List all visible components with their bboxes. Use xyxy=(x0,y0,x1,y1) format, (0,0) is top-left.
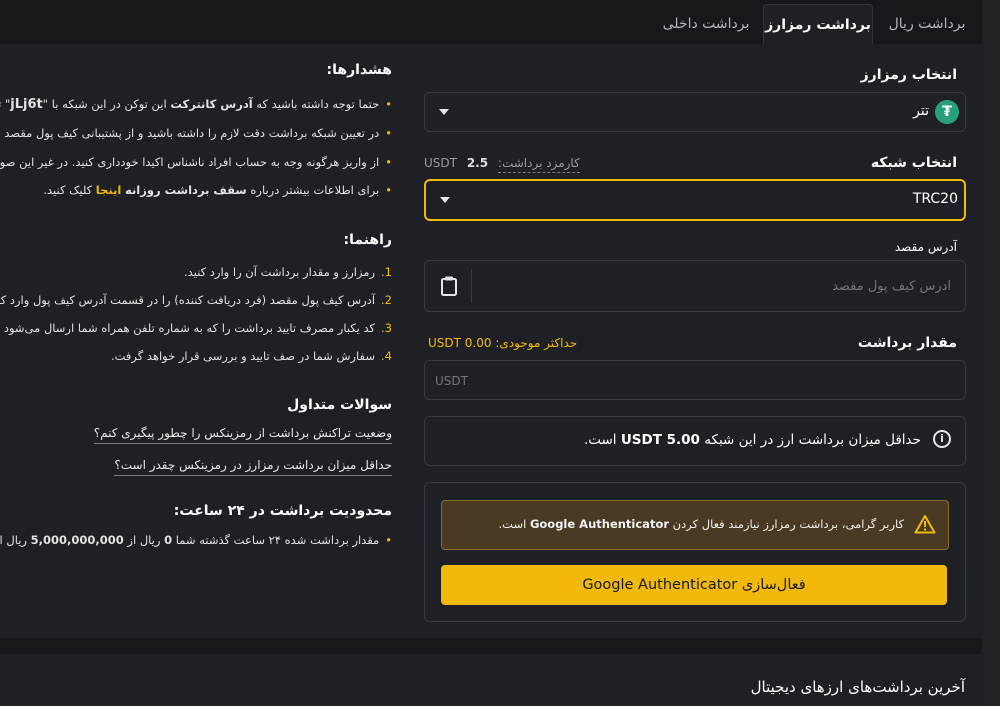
currency-label: انتخاب رمزارز xyxy=(860,67,957,83)
paste-clipboard-icon[interactable] xyxy=(437,274,461,298)
warning-item: •از واریز هرگونه وجه به حساب افراد ناشنا… xyxy=(0,155,392,169)
faq-title: سوالات متداول xyxy=(287,397,392,413)
fee-value: 2.5 xyxy=(466,156,489,170)
contract-address: jLj6t xyxy=(10,97,43,112)
limits-pre: مقدار برداشت شده ۲۴ ساعت گذشته شما xyxy=(172,533,380,547)
amount-input[interactable] xyxy=(433,369,937,393)
warning-item-bold: آدرس کانترکت xyxy=(170,97,253,111)
currency-select[interactable]: ₮ تتر xyxy=(424,92,966,132)
address-label: آدرس مقصد xyxy=(894,240,957,254)
guide-title: راهنما: xyxy=(343,232,392,248)
warning-item-text: از واریز هرگونه وجه به حساب افراد ناشناس… xyxy=(0,155,380,169)
tabs-bar: برداشت ریال برداشت رمزارز برداشت داخلی xyxy=(0,0,982,45)
ga-container: کاربر گرامی، برداشت رمزارز نیازمند فعال … xyxy=(424,482,966,622)
step-text: رمزارز و مقدار برداشت آن را وارد کنید. xyxy=(184,265,376,279)
chevron-down-icon xyxy=(440,197,450,203)
ga-warning-text: کاربر گرامی، برداشت رمزارز نیازمند فعال … xyxy=(499,517,904,531)
warning-item: •حتما توجه داشته باشید که آدرس کانترکت ا… xyxy=(0,97,392,112)
limits-title: محدودیت برداشت در ۲۴ ساعت: xyxy=(173,503,392,519)
network-value: TRC20 xyxy=(912,191,958,207)
limits-post: ریال است. xyxy=(0,533,27,547)
step-text: سفارش شما در صف تایید و بررسی قرار خواهد… xyxy=(110,349,376,363)
step-number: 4. xyxy=(381,349,392,363)
recent-withdrawals-section: آخرین برداشت‌های ارزهای دیجیتال xyxy=(0,654,982,706)
warning-item: •برای اطلاعات بیشتر درباره سقف برداشت رو… xyxy=(43,183,392,197)
fee-label: کارمزد برداشت: xyxy=(497,156,580,173)
ga-warning-app: Google Authenticator xyxy=(529,517,670,531)
withdrawal-fee: کارمزد برداشت: 2.5 USDT xyxy=(424,156,580,173)
guide-step: 3. کد یکبار مصرف تایید برداشت را که به شم… xyxy=(0,321,392,335)
limits-text: •مقدار برداشت شده ۲۴ ساعت گذشته شما 0 ری… xyxy=(0,533,392,547)
step-text: کد یکبار مصرف تایید برداشت را که به شمار… xyxy=(0,321,376,335)
network-label: انتخاب شبکه xyxy=(870,155,957,171)
warning-item-text: کلیک کنید. xyxy=(43,183,96,197)
faq-link[interactable]: حداقل میزان برداشت رمزارز در رمزینکس چقد… xyxy=(114,458,392,476)
warning-item-text: در تعیین شبکه برداشت دقت لازم را داشته ب… xyxy=(0,126,380,140)
warning-item-text: حتما توجه داشته باشید که xyxy=(252,97,380,111)
warnings-title: هشدارها: xyxy=(326,62,392,78)
warning-item-text: برای اطلاعات بیشتر درباره xyxy=(246,183,380,197)
guide-step: 4. سفارش شما در صف تایید و بررسی قرار خوا… xyxy=(111,349,392,363)
warning-item-text: " تمام xyxy=(0,97,11,111)
warning-item: •در تعیین شبکه برداشت دقت لازم را داشته … xyxy=(0,126,392,140)
currency-value: تتر xyxy=(913,103,929,119)
limits-used: 0 xyxy=(164,533,173,547)
amount-label: مقدار برداشت xyxy=(857,335,957,351)
recent-withdrawals-title: آخرین برداشت‌های ارزهای دیجیتال xyxy=(750,678,965,696)
tab-internal-withdrawal[interactable]: برداشت داخلی xyxy=(650,4,762,44)
faq-link[interactable]: وضعیت تراکنش برداشت از رمزینکس را چطور پ… xyxy=(93,426,392,444)
network-select[interactable]: TRC20 xyxy=(424,179,966,221)
daily-limit-link[interactable]: اینجا xyxy=(96,183,122,197)
address-field[interactable] xyxy=(424,260,966,312)
min-info-post: است. xyxy=(583,432,621,448)
warning-triangle-icon xyxy=(914,514,936,534)
info-icon: i xyxy=(933,430,951,448)
max-available[interactable]: حداکثر موجودی: USDT 0.00 xyxy=(428,336,577,350)
activate-ga-button[interactable]: فعال‌سازی Google Authenticator xyxy=(441,565,947,605)
step-number: 3. xyxy=(381,321,392,335)
warning-item-bold: سقف برداشت روزانه xyxy=(125,183,247,197)
min-info-pre: حداقل میزان برداشت ارز در این شبکه xyxy=(699,432,921,448)
address-input[interactable] xyxy=(479,273,953,299)
limits-mid: ریال از xyxy=(123,533,165,547)
tab-crypto-withdrawal[interactable]: برداشت رمزارز xyxy=(763,4,873,45)
guide-step: 1. رمزارز و مقدار برداشت آن را وارد کنید. xyxy=(184,265,392,279)
amount-field[interactable] xyxy=(424,360,966,400)
fee-unit: USDT xyxy=(424,156,457,170)
guide-step: 2. آدرس کیف پول مقصد (فرد دریافت کننده) ر… xyxy=(0,293,392,307)
page-scrollbar-track[interactable] xyxy=(982,0,1000,706)
warning-item-text: این توکن در این شبکه با " xyxy=(42,97,171,111)
tether-icon: ₮ xyxy=(935,100,959,124)
step-number: 2. xyxy=(381,293,392,307)
ga-warning-banner: کاربر گرامی، برداشت رمزارز نیازمند فعال … xyxy=(441,500,949,550)
step-text: آدرس کیف پول مقصد (فرد دریافت کننده) را … xyxy=(0,293,376,307)
chevron-down-icon xyxy=(439,109,449,115)
limits-max: 5,000,000,000 xyxy=(30,533,124,547)
min-withdrawal-info: i حداقل میزان برداشت ارز در این شبکه USD… xyxy=(424,416,966,466)
step-number: 1. xyxy=(381,265,392,279)
ga-warning-post: است. xyxy=(498,517,530,531)
tab-rial-withdrawal[interactable]: برداشت ریال xyxy=(873,4,981,44)
ga-warning-pre: کاربر گرامی، برداشت رمزارز نیازمند فعال … xyxy=(669,517,904,531)
divider xyxy=(471,269,472,303)
min-withdrawal-text: حداقل میزان برداشت ارز در این شبکه USDT … xyxy=(584,432,921,448)
min-info-amount: USDT 5.00 xyxy=(620,432,700,448)
